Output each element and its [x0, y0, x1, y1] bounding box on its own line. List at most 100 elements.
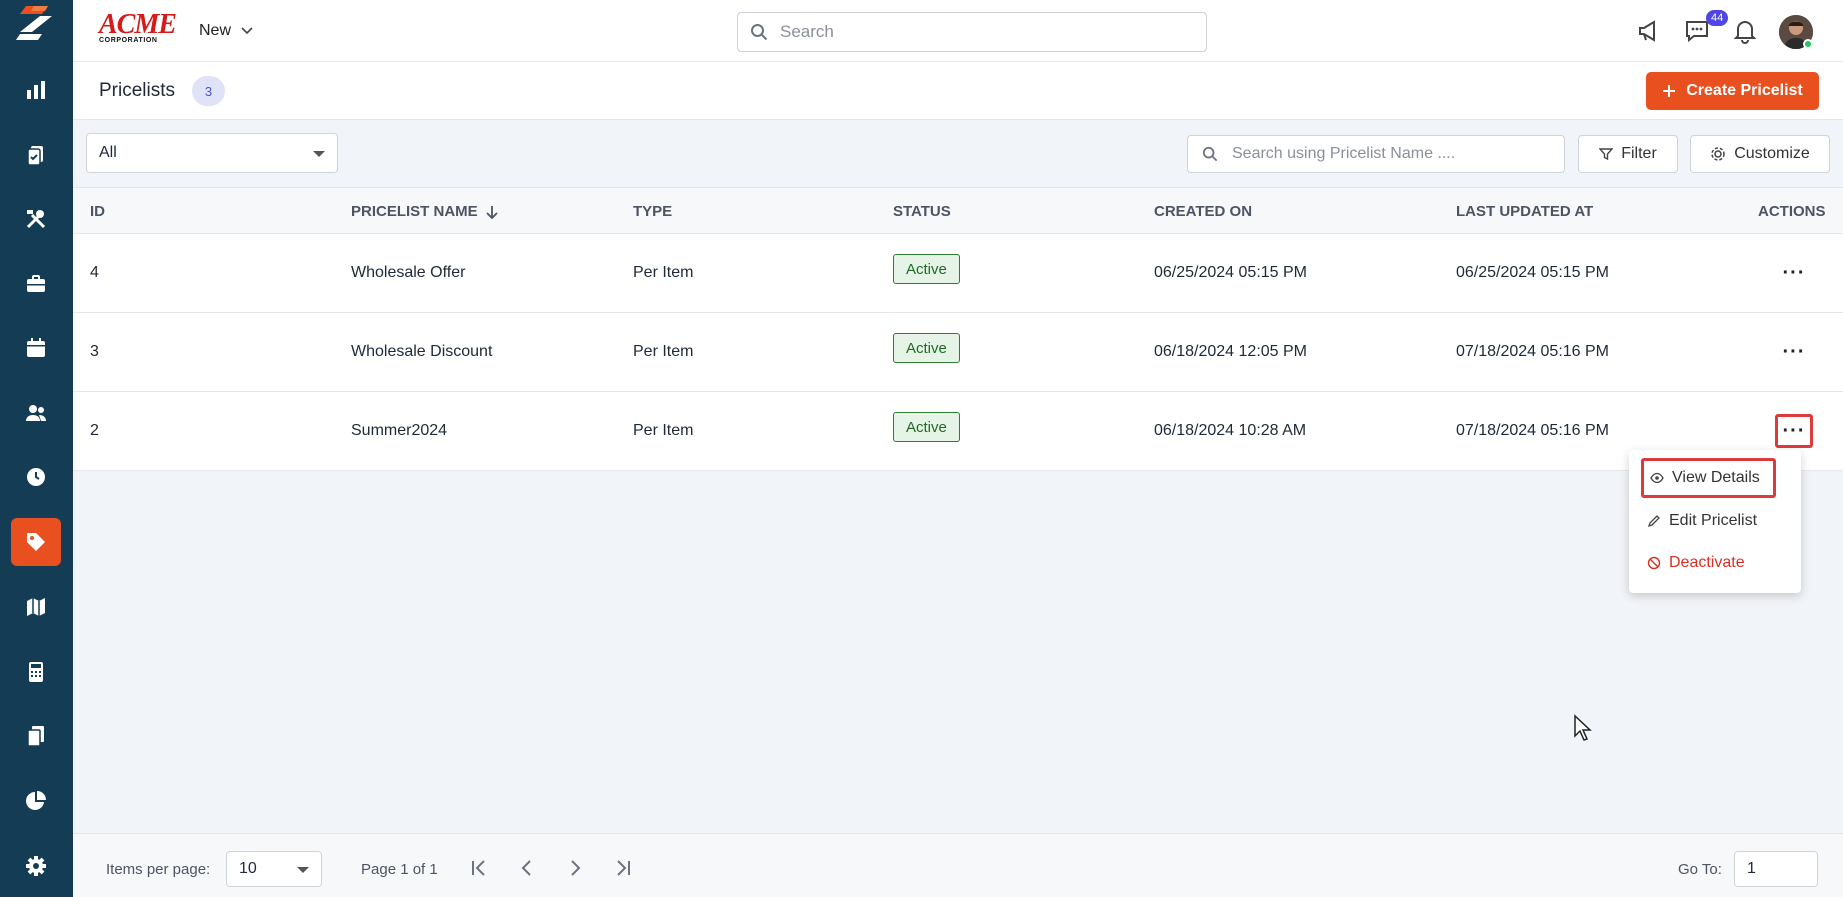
column-header-id[interactable]: ID	[90, 203, 105, 220]
column-header-last-updated[interactable]: LAST UPDATED AT	[1456, 203, 1593, 220]
customize-button-label: Customize	[1734, 145, 1810, 162]
pie-chart-icon	[26, 791, 46, 810]
sidebar-item-map[interactable]	[11, 583, 61, 631]
status-badge: Active	[893, 254, 960, 284]
sidebar-item-calendar[interactable]	[11, 324, 61, 372]
pricelist-count-badge: 3	[192, 76, 225, 106]
previous-page-icon[interactable]	[515, 856, 539, 880]
notification-badge: 44	[1706, 10, 1729, 26]
calculator-icon	[29, 662, 43, 682]
row-last-updated: 07/18/2024 05:16 PM	[1456, 422, 1610, 439]
first-page-icon[interactable]	[467, 856, 491, 880]
row-id: 2	[90, 422, 99, 439]
new-menu[interactable]: New	[199, 22, 253, 40]
bar-chart-icon	[27, 81, 45, 99]
filter-icon	[1599, 148, 1614, 161]
menu-item-label: View Details	[1672, 469, 1760, 486]
row-actions-button[interactable]: ···	[1775, 414, 1813, 448]
filter-bar: All Search using Pricelist Name .... Fil…	[73, 120, 1843, 187]
status-filter-select[interactable]: All	[86, 133, 338, 173]
menu-item-view-details[interactable]: View Details	[1641, 458, 1776, 498]
next-page-icon[interactable]	[563, 856, 587, 880]
column-header-type[interactable]: TYPE	[633, 203, 672, 220]
table-row[interactable]: 3 Wholesale Discount Per Item Active 06/…	[73, 313, 1843, 392]
goto-page-value: 1	[1747, 860, 1756, 877]
row-actions-button[interactable]: ···	[1775, 256, 1813, 290]
row-type: Per Item	[633, 343, 694, 360]
row-created-on: 06/18/2024 10:28 AM	[1154, 422, 1307, 439]
sidebar-item-analytics[interactable]	[11, 777, 61, 825]
row-type: Per Item	[633, 422, 694, 439]
table-row[interactable]: 2 Summer2024 Per Item Active 06/18/2024 …	[73, 392, 1843, 471]
clipboard-icon	[27, 146, 43, 166]
row-actions-button[interactable]: ···	[1775, 335, 1813, 369]
sidebar	[0, 0, 73, 897]
menu-item-deactivate[interactable]: Deactivate	[1641, 543, 1745, 583]
brand-name: ACME	[99, 9, 177, 40]
gear-icon	[26, 856, 46, 876]
customize-button[interactable]: Customize	[1690, 135, 1830, 173]
search-icon	[1202, 146, 1218, 162]
map-icon	[27, 598, 45, 616]
pricelist-search-input[interactable]: Search using Pricelist Name ....	[1187, 135, 1565, 173]
menu-item-edit-pricelist[interactable]: Edit Pricelist	[1641, 501, 1757, 541]
row-id: 4	[90, 264, 99, 281]
sidebar-item-reports[interactable]	[11, 66, 61, 114]
documents-icon	[27, 726, 44, 747]
last-page-icon[interactable]	[611, 856, 635, 880]
row-pricelist-name[interactable]: Wholesale Discount	[351, 343, 492, 361]
ban-icon	[1647, 556, 1661, 570]
table-header: ID PRICELIST NAME TYPE STATUS CREATED ON…	[73, 187, 1843, 234]
megaphone-icon[interactable]	[1636, 18, 1662, 44]
pricelist-table: ID PRICELIST NAME TYPE STATUS CREATED ON…	[73, 187, 1843, 471]
row-pricelist-name[interactable]: Wholesale Offer	[351, 264, 465, 282]
sidebar-item-pricelists[interactable]	[11, 518, 61, 566]
row-created-on: 06/18/2024 12:05 PM	[1154, 343, 1308, 360]
status-filter-value: All	[99, 144, 117, 161]
sidebar-item-estimates[interactable]	[11, 648, 61, 696]
caret-down-icon	[297, 867, 309, 873]
table-row[interactable]: 4 Wholesale Offer Per Item Active 06/25/…	[73, 234, 1843, 313]
items-per-page-select[interactable]: 10	[226, 851, 322, 887]
sidebar-item-business[interactable]	[11, 260, 61, 308]
plus-icon	[1663, 85, 1676, 97]
column-header-status[interactable]: STATUS	[893, 203, 951, 220]
clock-icon	[27, 468, 45, 486]
brand-logo[interactable]: ACME CORPORATION	[99, 9, 177, 48]
bell-icon[interactable]	[1732, 18, 1758, 44]
sidebar-item-customers[interactable]	[11, 389, 61, 437]
sidebar-item-documents[interactable]	[11, 712, 61, 760]
pencil-icon	[1647, 515, 1660, 528]
status-badge: Active	[893, 333, 960, 363]
status-badge: Active	[893, 412, 960, 442]
app-logo-icon[interactable]	[12, 2, 60, 42]
briefcase-icon	[27, 275, 45, 292]
row-id: 3	[90, 343, 99, 360]
sidebar-item-timesheets[interactable]	[11, 453, 61, 501]
row-type: Per Item	[633, 264, 694, 281]
mouse-cursor-icon	[1574, 714, 1592, 741]
create-pricelist-label: Create Pricelist	[1686, 82, 1803, 99]
global-search-placeholder: Search	[780, 22, 834, 41]
row-last-updated: 07/18/2024 05:16 PM	[1456, 343, 1610, 360]
sidebar-item-services[interactable]	[11, 195, 61, 243]
pagination-footer: Items per page: 10 Page 1 of 1 Go To: 1	[73, 833, 1843, 897]
global-search-input[interactable]: Search	[737, 12, 1207, 52]
caret-down-icon	[313, 151, 325, 157]
column-header-pricelist-name[interactable]: PRICELIST NAME	[351, 203, 498, 220]
row-pricelist-name[interactable]: Summer2024	[351, 422, 447, 440]
new-menu-label: New	[199, 22, 232, 39]
column-header-created-on[interactable]: CREATED ON	[1154, 203, 1252, 220]
sidebar-item-settings[interactable]	[11, 842, 61, 890]
sidebar-item-jobs[interactable]	[11, 131, 61, 179]
goto-page-input[interactable]: 1	[1734, 851, 1818, 887]
filter-button[interactable]: Filter	[1578, 135, 1678, 173]
items-per-page-value: 10	[239, 860, 257, 877]
items-per-page-label: Items per page:	[106, 861, 211, 878]
search-icon	[751, 24, 768, 41]
column-header-actions: ACTIONS	[1758, 203, 1826, 220]
price-tag-icon	[27, 533, 45, 551]
online-status-dot	[1803, 39, 1813, 49]
page-info: Page 1 of 1	[361, 861, 438, 878]
create-pricelist-button[interactable]: Create Pricelist	[1646, 72, 1819, 110]
